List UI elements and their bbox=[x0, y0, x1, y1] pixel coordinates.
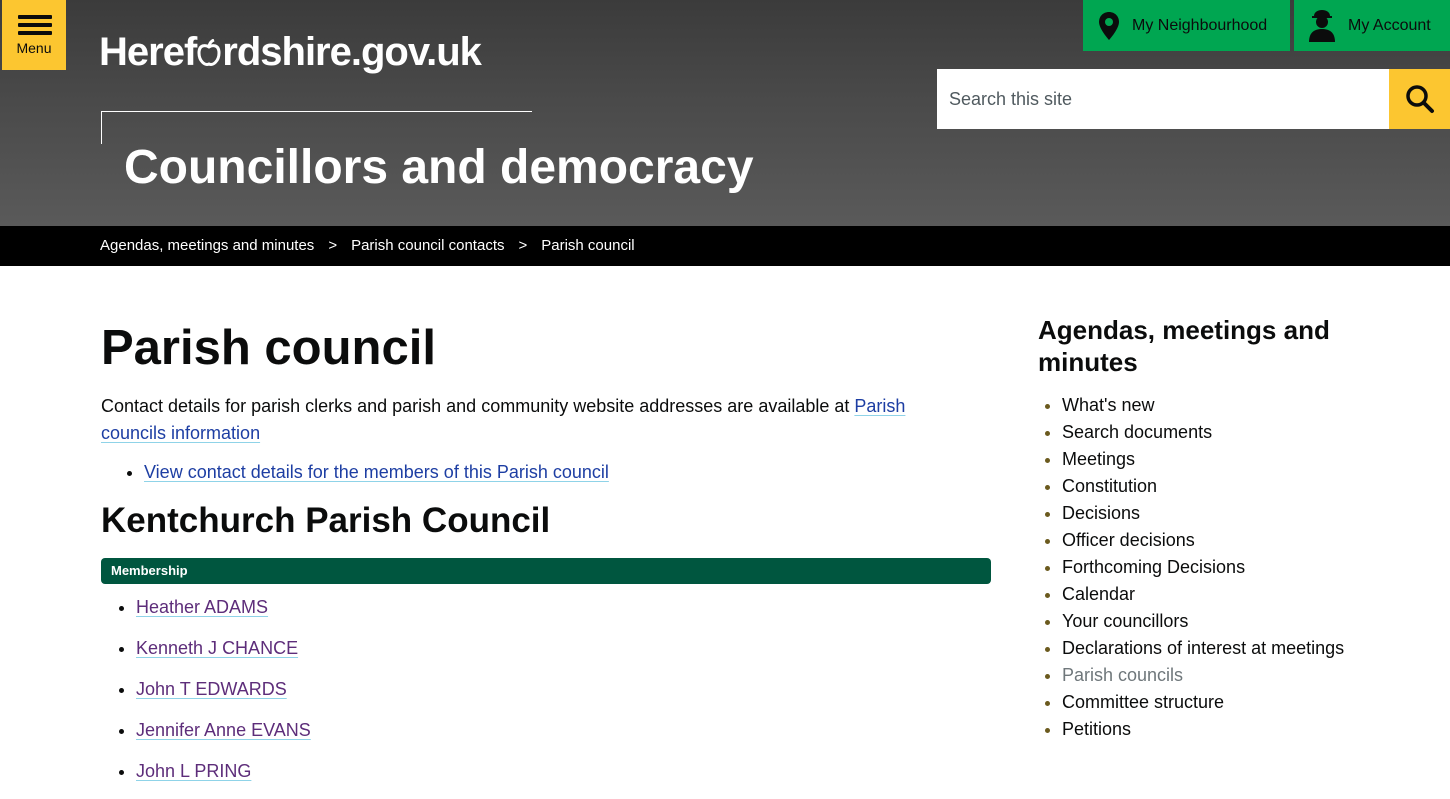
sidebar-link-parish-councils[interactable]: Parish councils bbox=[1062, 665, 1183, 685]
sidebar-list: What's new Search documents Meetings Con… bbox=[1038, 392, 1358, 743]
breadcrumb-link-agendas[interactable]: Agendas, meetings and minutes bbox=[100, 237, 314, 254]
magnifier-icon bbox=[1405, 85, 1434, 113]
sidebar-item: Decisions bbox=[1062, 500, 1358, 527]
site-logo[interactable]: Heref rdshire.gov.uk bbox=[99, 30, 482, 75]
sidebar-item: Officer decisions bbox=[1062, 527, 1358, 554]
member-item: Jennifer Anne EVANS bbox=[136, 717, 991, 758]
list-item: View contact details for the members of … bbox=[144, 458, 991, 486]
sidebar-link-search-documents[interactable]: Search documents bbox=[1062, 422, 1212, 442]
breadcrumb-separator: > bbox=[328, 237, 338, 254]
sidebar-item: Meetings bbox=[1062, 446, 1358, 473]
hamburger-icon bbox=[18, 15, 52, 39]
sidebar-link-constitution[interactable]: Constitution bbox=[1062, 476, 1157, 496]
sidebar-item: Constitution bbox=[1062, 473, 1358, 500]
breadcrumb-current: Parish council bbox=[541, 237, 635, 254]
view-contact-details-link[interactable]: View contact details for the members of … bbox=[144, 462, 609, 482]
main-content: Parish council Contact details for paris… bbox=[101, 320, 991, 799]
sidebar-link-committee-structure[interactable]: Committee structure bbox=[1062, 692, 1224, 712]
search-input[interactable] bbox=[937, 69, 1389, 129]
member-link[interactable]: Jennifer Anne EVANS bbox=[136, 720, 311, 740]
sidebar-link-calendar[interactable]: Calendar bbox=[1062, 584, 1135, 604]
member-link[interactable]: John T EDWARDS bbox=[136, 679, 287, 699]
sidebar-item: What's new bbox=[1062, 392, 1358, 419]
sidebar-item: Your councillors bbox=[1062, 608, 1358, 635]
sidebar-link-declarations[interactable]: Declarations of interest at meetings bbox=[1062, 638, 1344, 658]
sidebar-link-meetings[interactable]: Meetings bbox=[1062, 449, 1135, 469]
member-link[interactable]: John L PRING bbox=[136, 761, 251, 781]
sidebar-item: Committee structure bbox=[1062, 689, 1358, 716]
sidebar-item: Forthcoming Decisions bbox=[1062, 554, 1358, 581]
logo-text-end: rdshire.gov.uk bbox=[222, 30, 482, 74]
map-pin-icon bbox=[1099, 11, 1119, 40]
logo-text-start: Heref bbox=[99, 30, 197, 74]
sidebar-item: Petitions bbox=[1062, 716, 1358, 743]
sidebar-link-officer-decisions[interactable]: Officer decisions bbox=[1062, 530, 1195, 550]
sidebar-item: Calendar bbox=[1062, 581, 1358, 608]
sidebar-link-whats-new[interactable]: What's new bbox=[1062, 395, 1154, 415]
my-account-label: My Account bbox=[1348, 16, 1431, 34]
menu-button[interactable]: Menu bbox=[2, 0, 66, 70]
member-item: Heather ADAMS bbox=[136, 594, 991, 635]
my-neighbourhood-label: My Neighbourhood bbox=[1132, 16, 1268, 34]
intro-text: Contact details for parish clerks and pa… bbox=[101, 396, 855, 416]
member-link[interactable]: Kenneth J CHANCE bbox=[136, 638, 298, 658]
intro-paragraph: Contact details for parish clerks and pa… bbox=[101, 393, 971, 447]
sidebar-link-forthcoming-decisions[interactable]: Forthcoming Decisions bbox=[1062, 557, 1245, 577]
menu-label: Menu bbox=[16, 40, 52, 56]
search-button[interactable] bbox=[1389, 69, 1450, 129]
breadcrumb-separator: > bbox=[518, 237, 528, 254]
breadcrumb: Agendas, meetings and minutes > Parish cou… bbox=[0, 226, 1450, 266]
page-title: Parish council bbox=[101, 321, 436, 375]
person-icon bbox=[1309, 9, 1335, 42]
sidebar-title: Agendas, meetings and minutes bbox=[1038, 315, 1330, 377]
sidebar-nav: Agendas, meetings and minutes What's new… bbox=[1038, 314, 1358, 743]
search-form bbox=[937, 69, 1450, 129]
member-item: John L PRING bbox=[136, 758, 991, 799]
my-neighbourhood-button[interactable]: My Neighbourhood bbox=[1083, 0, 1290, 51]
section-title: Councillors and democracy bbox=[124, 141, 754, 194]
council-name: Kentchurch Parish Council bbox=[101, 501, 551, 540]
member-link[interactable]: Heather ADAMS bbox=[136, 597, 268, 617]
apple-icon bbox=[197, 39, 221, 66]
site-header: Menu Heref rdshire.gov.uk Councillors and… bbox=[0, 0, 1450, 226]
sidebar-item: Parish councils bbox=[1062, 662, 1358, 689]
sidebar-item: Search documents bbox=[1062, 419, 1358, 446]
membership-header: Membership bbox=[101, 558, 991, 584]
sidebar-link-petitions[interactable]: Petitions bbox=[1062, 719, 1131, 739]
member-item: John T EDWARDS bbox=[136, 676, 991, 717]
member-item: Kenneth J CHANCE bbox=[136, 635, 991, 676]
breadcrumb-link-parish-contacts[interactable]: Parish council contacts bbox=[351, 237, 504, 254]
sidebar-link-decisions[interactable]: Decisions bbox=[1062, 503, 1140, 523]
member-list: Heather ADAMS Kenneth J CHANCE John T ED… bbox=[101, 594, 991, 799]
members-link-list: View contact details for the members of … bbox=[101, 458, 991, 486]
my-account-button[interactable]: My Account bbox=[1294, 0, 1450, 51]
sidebar-item: Declarations of interest at meetings bbox=[1062, 635, 1358, 662]
sidebar-link-your-councillors[interactable]: Your councillors bbox=[1062, 611, 1188, 631]
